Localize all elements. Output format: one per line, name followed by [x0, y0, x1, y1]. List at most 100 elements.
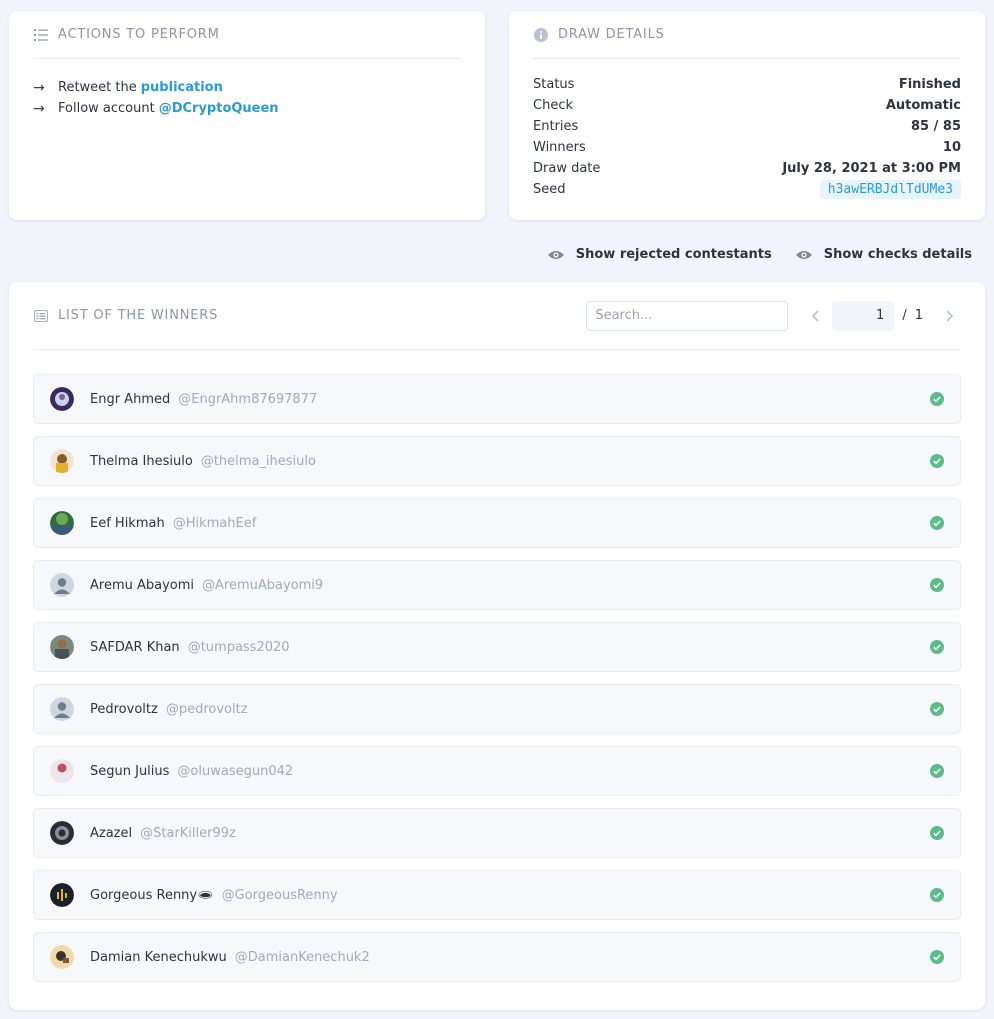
- winner-row[interactable]: Aremu Abayomi @AremuAbayomi9: [33, 560, 961, 610]
- toggle-label: Show rejected contestants: [575, 247, 772, 262]
- winners-header: List of the winners 1 / 1: [33, 282, 961, 350]
- arrow-right-icon: →: [33, 100, 45, 117]
- list-icon: [33, 308, 49, 324]
- check-circle-icon: [930, 578, 944, 592]
- winner-handle: @EngrAhm87697877: [178, 391, 318, 407]
- detail-row-draw-date: Draw date July 28, 2021 at 3:00 PM: [533, 158, 961, 179]
- action-item-retweet: → Retweet the publication: [33, 77, 461, 98]
- check-circle-icon: [930, 392, 944, 406]
- winner-row[interactable]: Gorgeous Renny🕳 @GorgeousRenny: [33, 870, 961, 920]
- action-text: Follow account: [58, 101, 155, 116]
- winner-row[interactable]: SAFDAR Khan @tumpass2020: [33, 622, 961, 672]
- actions-card: Actions to perform → Retweet the publica…: [9, 11, 485, 220]
- detail-label: Status: [533, 77, 575, 92]
- winners-title-group: List of the winners: [33, 308, 218, 324]
- detail-label: Winners: [533, 140, 586, 155]
- avatar: [50, 387, 74, 411]
- check-circle-icon: [930, 454, 944, 468]
- default-avatar-icon: [50, 697, 74, 721]
- winner-row[interactable]: Damian Kenechukwu @DamianKenechuk2: [33, 932, 961, 982]
- avatar: [50, 511, 74, 535]
- winner-name: Aremu Abayomi: [90, 577, 195, 593]
- page-separator: /: [902, 308, 907, 323]
- avatar: [50, 821, 74, 845]
- winner-name: Gorgeous Renny🕳: [90, 887, 214, 903]
- seed-value: h3awERBJdlTdUMe3: [819, 180, 961, 199]
- winner-row[interactable]: Engr Ahmed @EngrAhm87697877: [33, 374, 961, 424]
- eye-icon: [547, 250, 564, 260]
- winner-handle: @StarKiller99z: [140, 825, 236, 841]
- arrow-right-icon: →: [33, 79, 45, 96]
- winner-name: Azazel: [90, 825, 133, 841]
- chevron-right-icon[interactable]: [937, 301, 961, 331]
- winner-row[interactable]: Pedrovoltz @pedrovoltz: [33, 684, 961, 734]
- detail-label: Check: [533, 98, 573, 113]
- page-input[interactable]: 1: [832, 300, 895, 331]
- detail-value: Automatic: [885, 98, 961, 113]
- detail-row-entries: Entries 85 / 85: [533, 116, 961, 137]
- winner-row[interactable]: Thelma Ihesiulo @thelma_ihesiulo: [33, 436, 961, 486]
- winner-name: SAFDAR Khan: [90, 639, 180, 655]
- actions-header: Actions to perform: [33, 11, 461, 59]
- avatar: [50, 449, 74, 473]
- winner-handle: @AremuAbayomi9: [202, 577, 324, 593]
- eye-icon: [795, 250, 812, 260]
- toggle-label: Show checks details: [823, 247, 972, 262]
- winner-name: Engr Ahmed: [90, 391, 171, 407]
- detail-value: 10: [942, 140, 961, 155]
- avatar: [50, 883, 74, 907]
- detail-label: Seed: [533, 182, 566, 197]
- details-header: Draw details: [533, 11, 961, 59]
- details-list: Status Finished Check Automatic Entries …: [509, 59, 985, 200]
- page-total: 1: [914, 308, 923, 323]
- winners-card: List of the winners 1 / 1 Engr Ahmed: [9, 282, 985, 1010]
- account-link[interactable]: @DCryptoQueen: [159, 101, 279, 116]
- avatar: [50, 759, 74, 783]
- check-circle-icon: [930, 640, 944, 654]
- check-circle-icon: [930, 826, 944, 840]
- detail-value: Finished: [898, 77, 961, 92]
- avatar: [50, 945, 74, 969]
- chevron-left-icon[interactable]: [804, 301, 828, 331]
- winner-name: Eef Hikmah: [90, 515, 165, 531]
- detail-row-winners: Winners 10: [533, 137, 961, 158]
- detail-label: Entries: [533, 119, 579, 134]
- winners-controls: 1 / 1: [586, 300, 961, 331]
- detail-value: July 28, 2021 at 3:00 PM: [782, 161, 961, 176]
- action-text: Retweet the: [58, 80, 137, 95]
- winner-handle: @thelma_ihesiulo: [200, 453, 316, 469]
- detail-value: 85 / 85: [911, 119, 961, 134]
- show-checks-toggle[interactable]: Show checks details: [795, 247, 972, 262]
- check-circle-icon: [930, 702, 944, 716]
- detail-row-seed: Seed h3awERBJdlTdUMe3: [533, 179, 961, 200]
- winner-row[interactable]: Azazel @StarKiller99z: [33, 808, 961, 858]
- pagination: 1 / 1: [804, 300, 961, 331]
- winner-name: Pedrovoltz: [90, 701, 158, 717]
- toggle-bar: Show rejected contestants Show checks de…: [547, 247, 972, 262]
- winner-handle: @GorgeousRenny: [221, 887, 338, 903]
- winner-handle: @HikmahEef: [172, 515, 257, 531]
- winner-handle: @oluwasegun042: [177, 763, 294, 779]
- winner-name: Thelma Ihesiulo: [90, 453, 193, 469]
- check-circle-icon: [930, 888, 944, 902]
- details-title: Draw details: [558, 27, 665, 42]
- check-circle-icon: [930, 950, 944, 964]
- winners-title: List of the winners: [58, 308, 219, 323]
- avatar: [50, 635, 74, 659]
- winner-row[interactable]: Eef Hikmah @HikmahEef: [33, 498, 961, 548]
- show-rejected-toggle[interactable]: Show rejected contestants: [547, 247, 772, 262]
- winner-row[interactable]: Segun Julius @oluwasegun042: [33, 746, 961, 796]
- search-input[interactable]: [586, 300, 789, 331]
- detail-label: Draw date: [533, 161, 601, 176]
- winner-name: Segun Julius: [90, 763, 170, 779]
- winner-list: Engr Ahmed @EngrAhm87697877 Thelma Ihesi…: [9, 350, 985, 982]
- winner-handle: @tumpass2020: [187, 639, 290, 655]
- publication-link[interactable]: publication: [141, 80, 223, 95]
- info-icon: [533, 27, 549, 43]
- default-avatar-icon: [50, 573, 74, 597]
- draw-details-card: Draw details Status Finished Check Autom…: [509, 11, 985, 220]
- check-circle-icon: [930, 764, 944, 778]
- action-item-follow: → Follow account @DCryptoQueen: [33, 98, 461, 119]
- winner-name: Damian Kenechukwu: [90, 949, 227, 965]
- actions-title: Actions to perform: [58, 27, 220, 42]
